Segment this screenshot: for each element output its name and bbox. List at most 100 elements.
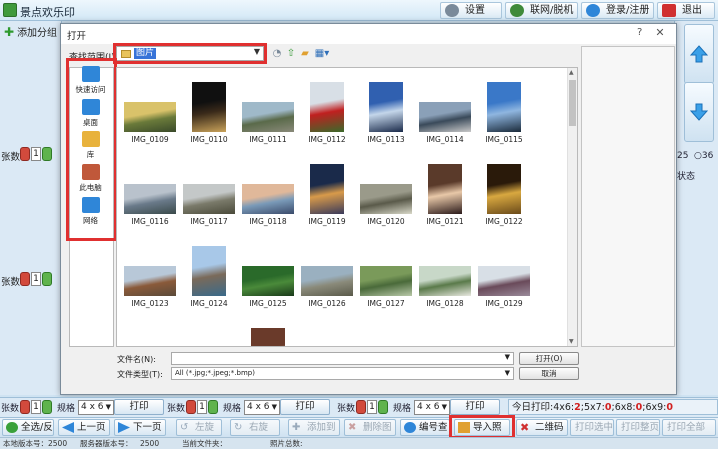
increment-button[interactable] — [42, 147, 52, 161]
file-tile[interactable]: IMG_0124 — [179, 234, 239, 314]
print-page-button[interactable]: 打印整页 — [616, 419, 660, 436]
exit-icon — [662, 4, 676, 17]
rotate-right-button[interactable]: ↻ 右旋 — [230, 419, 280, 436]
increment-button[interactable] — [208, 400, 218, 414]
count-value[interactable]: 1 — [31, 272, 41, 286]
file-tile[interactable]: IMG_0123 — [120, 234, 180, 314]
next-page-button[interactable]: 下一页 — [114, 419, 166, 436]
help-button[interactable]: ? — [637, 27, 649, 40]
file-tile[interactable]: IMG_0111 — [238, 70, 298, 150]
up-folder-icon[interactable]: ⇧ — [285, 49, 297, 60]
scroll-down-button[interactable] — [684, 82, 714, 142]
rotate-left-button[interactable]: ↺ 左旋 — [176, 419, 222, 436]
network-toggle-button[interactable]: 联网/脱机 — [505, 2, 578, 19]
print-count-value[interactable]: 1 — [197, 400, 207, 414]
spec-select[interactable]: 4 x 6 ▼ — [78, 400, 114, 415]
cancel-button[interactable]: 取消 — [519, 367, 579, 380]
counter-b: ○36 — [694, 151, 714, 161]
file-tile[interactable] — [297, 316, 357, 346]
place-item[interactable]: 网络 — [69, 197, 112, 226]
file-tile[interactable] — [356, 316, 416, 346]
file-tile[interactable]: IMG_0127 — [356, 234, 416, 314]
close-button[interactable]: ✕ — [653, 27, 667, 40]
back-icon[interactable]: ◔ — [271, 49, 283, 60]
decrement-button[interactable] — [186, 400, 196, 414]
print-all-button[interactable]: 打印全部 — [662, 419, 716, 436]
scroll-down-arrow-icon[interactable]: ▼ — [569, 338, 574, 345]
file-tile[interactable]: IMG_0125 — [238, 234, 298, 314]
file-tile[interactable]: IMG_0109 — [120, 70, 180, 150]
scroll-up-arrow-icon[interactable]: ▲ — [569, 69, 574, 76]
gear-icon — [445, 4, 459, 17]
file-tile[interactable]: IMG_0118 — [238, 152, 298, 232]
file-tile[interactable]: IMG_0116 — [120, 152, 180, 232]
scroll-thumb[interactable] — [569, 80, 576, 126]
prev-page-button[interactable]: 上一页 — [58, 419, 110, 436]
file-tile[interactable]: IMG_0113 — [356, 70, 416, 150]
file-tile[interactable]: IMG_0112 — [297, 70, 357, 150]
increment-button[interactable] — [42, 272, 52, 286]
place-item[interactable]: 库 — [69, 131, 112, 160]
file-tile[interactable]: IMG_0126 — [297, 234, 357, 314]
print-count-value[interactable]: 1 — [31, 400, 41, 414]
file-tile[interactable]: IMG_0115 — [474, 70, 534, 150]
prev-page-label: 上一页 — [77, 422, 106, 433]
file-tile[interactable]: IMG_0119 — [297, 152, 357, 232]
count-value[interactable]: 1 — [31, 147, 41, 161]
file-tile[interactable]: IMG_0114 — [415, 70, 475, 150]
file-tile[interactable] — [415, 316, 475, 346]
file-tile[interactable] — [120, 316, 180, 346]
decrement-button[interactable] — [356, 400, 366, 414]
file-tile[interactable]: IMG_0121 — [415, 152, 475, 232]
decrement-button[interactable] — [20, 147, 30, 161]
spec-select[interactable]: 4 x 6 ▼ — [244, 400, 280, 415]
file-tile[interactable]: IMG_0117 — [179, 152, 239, 232]
file-tile[interactable]: IMG_0120 — [356, 152, 416, 232]
number-search-label: 编号查 — [419, 422, 448, 433]
close-x-icon: ✖ — [520, 421, 530, 434]
filetype-label: 文件类型(T): — [117, 370, 163, 379]
delete-icon: ✖ — [348, 422, 357, 433]
file-tile[interactable]: IMG_0110 — [179, 70, 239, 150]
file-tile[interactable]: IMG_0129 — [474, 234, 534, 314]
settings-label: 设置 — [465, 5, 485, 16]
scroll-up-button[interactable] — [684, 24, 714, 84]
view-menu-icon[interactable]: ▦▾ — [313, 49, 331, 60]
file-thumbnail — [419, 102, 471, 132]
file-thumbnail — [487, 164, 521, 214]
print-button[interactable]: 打印 — [114, 399, 164, 415]
print-button[interactable]: 打印 — [280, 399, 330, 415]
open-button[interactable]: 打开(O) — [519, 352, 579, 365]
print-selected-button[interactable]: 打印选中 — [570, 419, 614, 436]
file-tile[interactable] — [179, 316, 239, 346]
filetype-select[interactable]: All (*.jpg;*.jpeg;*.bmp) ▼ — [171, 367, 514, 380]
increment-button[interactable] — [378, 400, 388, 414]
print-count-value[interactable]: 1 — [367, 400, 377, 414]
add-to-button[interactable]: ✚ 添加到 — [288, 419, 340, 436]
file-tile[interactable] — [238, 316, 298, 346]
select-all-button[interactable]: 全选/反 — [2, 419, 54, 436]
place-item[interactable]: 桌面 — [69, 99, 112, 128]
place-item[interactable]: 此电脑 — [69, 164, 112, 193]
file-list-scrollbar[interactable]: ▲ ▼ — [567, 68, 577, 346]
number-search-button[interactable]: 编号查 — [400, 419, 450, 436]
delete-image-button[interactable]: ✖ 删除图 — [344, 419, 396, 436]
settings-button[interactable]: 设置 — [440, 2, 502, 19]
add-group-button[interactable]: ✚ 添加分组 — [4, 24, 57, 39]
increment-button[interactable] — [42, 400, 52, 414]
file-tile[interactable]: IMG_0122 — [474, 152, 534, 232]
file-thumbnail — [487, 82, 521, 132]
file-tile[interactable]: IMG_0128 — [415, 234, 475, 314]
decrement-button[interactable] — [20, 272, 30, 286]
exit-button[interactable]: 退出 — [657, 2, 715, 19]
decrement-button[interactable] — [20, 400, 30, 414]
place-item[interactable]: 快速访问 — [69, 66, 112, 95]
new-folder-icon[interactable]: ▰ — [299, 49, 311, 60]
print-button[interactable]: 打印 — [450, 399, 500, 415]
login-button[interactable]: 登录/注册 — [581, 2, 654, 19]
qrcode-button[interactable]: ✖ 二维码 — [516, 419, 568, 436]
today-4x6: 2 — [574, 402, 581, 413]
chevron-down-icon: ▼ — [105, 403, 111, 411]
filename-input[interactable]: ▼ — [171, 352, 514, 365]
spec-select[interactable]: 4 x 6 ▼ — [414, 400, 450, 415]
